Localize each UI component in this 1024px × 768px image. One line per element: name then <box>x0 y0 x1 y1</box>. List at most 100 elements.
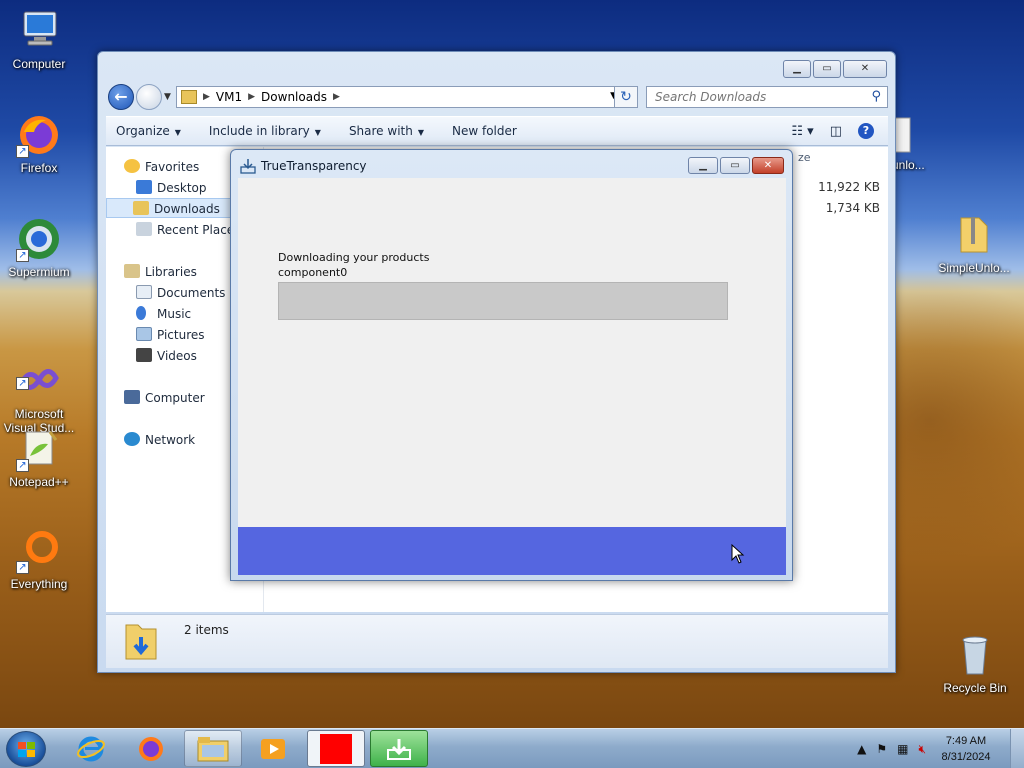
zip-folder-icon <box>951 212 997 258</box>
clock[interactable]: 7:49 AM 8/31/2024 <box>936 733 996 765</box>
show-hidden-icons-icon[interactable]: ▲ <box>857 742 866 756</box>
breadcrumb-separator-icon[interactable]: ▶ <box>203 92 210 102</box>
desktop-icon-label: Notepad++ <box>9 475 69 489</box>
nav-documents[interactable]: Documents <box>136 283 225 303</box>
system-tray: ▲ ⚑ ▦ 🔇︎ 7:49 AM 8/31/2024 <box>857 729 1024 768</box>
dialog-client-area: Downloading your products component0 <box>238 178 786 575</box>
breadcrumb-separator-icon[interactable]: ▶ <box>248 92 255 102</box>
refresh-button[interactable]: ↻ <box>614 86 638 108</box>
folder-icon <box>197 736 229 761</box>
minimize-button[interactable]: ▁ <box>783 60 811 78</box>
shortcut-arrow-icon: ↗ <box>16 249 29 262</box>
shortcut-arrow-icon: ↗ <box>16 377 29 390</box>
everything-icon: ↗ <box>16 528 62 574</box>
back-button[interactable]: ← <box>108 84 134 110</box>
size-column-header[interactable]: ze <box>798 151 811 164</box>
firefox-icon <box>139 736 163 761</box>
address-bar[interactable]: ▶ VM1 ▶ Downloads ▶ ▼ <box>176 86 622 108</box>
desktop-icon-partial-unlo[interactable]: unlo... <box>892 112 942 172</box>
forward-button[interactable] <box>136 84 162 110</box>
start-button[interactable] <box>6 731 46 767</box>
organize-button[interactable]: Organize ▼ <box>116 124 181 138</box>
nav-videos[interactable]: Videos <box>136 346 197 366</box>
windows-logo-icon <box>18 742 35 757</box>
computer-icon <box>124 390 140 404</box>
file-size: 1,734 KB <box>825 201 880 215</box>
dialog-footer-bar <box>238 527 786 575</box>
documents-icon <box>136 285 152 299</box>
taskbar-internet-explorer[interactable] <box>62 730 120 767</box>
show-desktop-button[interactable] <box>1010 729 1024 768</box>
media-player-icon <box>261 738 285 759</box>
details-pane: 2 items <box>106 614 888 668</box>
shortcut-arrow-icon: ↗ <box>16 145 29 158</box>
nav-libraries[interactable]: Libraries <box>124 262 197 282</box>
nav-pictures[interactable]: Pictures <box>136 325 205 345</box>
help-icon[interactable]: ? <box>858 123 874 139</box>
desktop-icon-label: Firefox <box>20 161 58 175</box>
nav-desktop[interactable]: Desktop <box>136 178 207 198</box>
desktop-icon-everything[interactable]: ↗ Everything <box>0 528 78 591</box>
recent-places-icon <box>136 222 152 236</box>
minimize-button[interactable]: ▁ <box>688 157 718 174</box>
desktop-icon-simpleunlocker[interactable]: SimpleUnlo... <box>930 212 1018 275</box>
close-button[interactable]: ✕ <box>752 157 784 174</box>
navigation-bar: ← ▼ ▶ VM1 ▶ Downloads ▶ ▼ ↻ ⚲ <box>106 84 888 112</box>
desktop-icon-label: Recycle Bin <box>943 681 1007 695</box>
breadcrumb-vm1[interactable]: VM1 <box>216 90 242 104</box>
download-progress-bar <box>278 282 728 320</box>
supermium-icon: ↗ <box>16 216 62 262</box>
desktop-icon-recycle-bin[interactable]: Recycle Bin <box>936 632 1014 695</box>
desktop-icon-notepadpp[interactable]: ↗ Notepad++ <box>0 426 78 489</box>
desktop-icon-label: unlo... <box>892 158 925 172</box>
taskbar: ▲ ⚑ ▦ 🔇︎ 7:49 AM 8/31/2024 <box>0 728 1024 768</box>
maximize-button[interactable]: ▭ <box>720 157 750 174</box>
videos-icon <box>136 348 152 362</box>
desktop-icon-supermium[interactable]: ↗ Supermium <box>0 216 78 279</box>
nav-recent-places[interactable]: Recent Places <box>136 220 240 240</box>
new-folder-button[interactable]: New folder <box>452 124 517 138</box>
change-view-icon[interactable]: ☷ ▾ <box>791 124 813 139</box>
taskbar-truetransparency[interactable] <box>370 730 428 767</box>
computer-icon <box>16 8 62 54</box>
shortcut-arrow-icon: ↗ <box>16 561 29 574</box>
nav-favorites[interactable]: Favorites <box>124 157 199 177</box>
desktop-icon-firefox[interactable]: ↗ Firefox <box>0 112 78 175</box>
volume-muted-icon[interactable]: 🔇︎ <box>918 742 926 757</box>
taskbar-explorer[interactable] <box>184 730 242 767</box>
desktop-icon-computer[interactable]: Computer <box>0 8 78 71</box>
taskbar-media-player[interactable] <box>244 730 302 767</box>
nav-music[interactable]: Music <box>136 304 191 324</box>
recent-pages-dropdown-icon[interactable]: ▼ <box>164 92 171 102</box>
nav-network[interactable]: Network <box>124 430 195 450</box>
download-status-text: Downloading your products <box>278 251 430 264</box>
preview-pane-icon[interactable]: ◫ <box>830 124 842 139</box>
search-input[interactable] <box>655 87 855 107</box>
desktop-icon-label: Everything <box>10 577 68 591</box>
breadcrumb-separator-icon[interactable]: ▶ <box>333 92 340 102</box>
desktop-icon <box>136 180 152 194</box>
recycle-bin-icon <box>952 632 998 678</box>
taskbar-firefox[interactable] <box>122 730 180 767</box>
desktop-icon-label: Supermium <box>8 265 70 279</box>
command-bar-right: ☷ ▾ ◫ ? <box>791 123 874 139</box>
taskbar-red-app[interactable] <box>307 730 365 767</box>
action-center-flag-icon[interactable]: ⚑ <box>876 742 887 756</box>
red-square-icon <box>320 733 352 764</box>
dialog-title: TrueTransparency <box>261 159 367 173</box>
share-with-button[interactable]: Share with ▼ <box>349 124 424 138</box>
visual-studio-icon: ↗ <box>16 344 62 390</box>
breadcrumb-downloads[interactable]: Downloads <box>261 90 327 104</box>
firefox-icon: ↗ <box>16 112 62 158</box>
close-button[interactable]: ✕ <box>843 60 887 78</box>
search-box[interactable]: ⚲ <box>646 86 888 108</box>
command-bar: Organize ▼ Include in library ▼ Share with… <box>106 116 888 146</box>
search-icon[interactable]: ⚲ <box>871 89 881 104</box>
maximize-button[interactable]: ▭ <box>813 60 841 78</box>
network-icon[interactable]: ▦ <box>897 742 908 756</box>
download-app-icon <box>240 159 256 174</box>
nav-computer[interactable]: Computer <box>124 388 205 408</box>
desktop-icon-label: SimpleUnlo... <box>938 261 1010 275</box>
truetransparency-window: TrueTransparency ▁ ▭ ✕ Downloading your … <box>230 149 793 581</box>
include-in-library-button[interactable]: Include in library ▼ <box>209 124 321 138</box>
